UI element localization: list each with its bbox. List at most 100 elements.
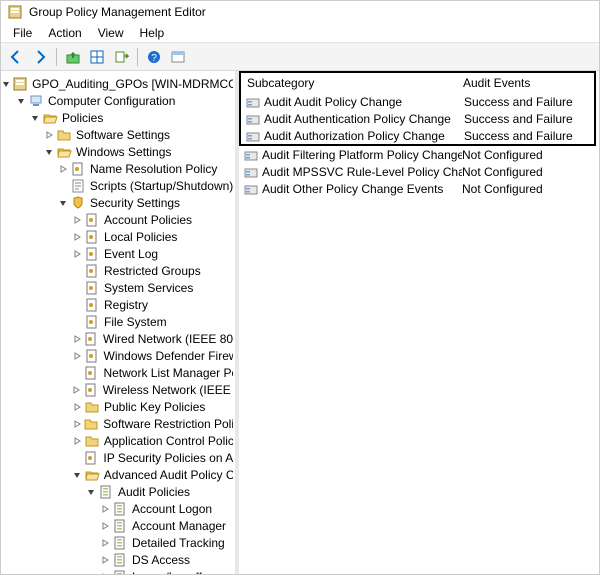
- tree-account-management[interactable]: Account Manager: [99, 517, 235, 534]
- cell-audit-events: Success and Failure: [464, 129, 594, 143]
- expand-icon[interactable]: [99, 571, 111, 575]
- expand-icon[interactable]: [71, 350, 83, 362]
- nav-pane: GPO_Auditing_GPOs [WIN-MDRMCGQ3KV Comput…: [1, 71, 235, 574]
- folder-icon: [84, 433, 100, 449]
- title-bar: Group Policy Management Editor: [1, 1, 599, 23]
- expand-icon[interactable]: [1, 78, 11, 90]
- tree-scripts[interactable]: Scripts (Startup/Shutdown): [57, 177, 235, 194]
- expand-icon[interactable]: [99, 554, 111, 566]
- expand-icon[interactable]: [71, 248, 83, 260]
- expand-icon[interactable]: [57, 163, 69, 175]
- expand-icon[interactable]: [71, 214, 83, 226]
- node-label: Security Settings: [89, 196, 181, 210]
- column-subcategory[interactable]: Subcategory: [245, 76, 463, 90]
- cell-audit-events: Not Configured: [462, 148, 599, 162]
- node-label: GPO_Auditing_GPOs [WIN-MDRMCGQ3KV: [31, 77, 233, 91]
- tree-detailed-tracking[interactable]: Detailed Tracking: [99, 534, 235, 551]
- list-item[interactable]: Audit Other Policy Change EventsNot Conf…: [239, 180, 599, 197]
- menu-view[interactable]: View: [90, 24, 132, 42]
- list-item[interactable]: Audit Authorization Policy ChangeSuccess…: [241, 127, 594, 144]
- tree-audit-policies[interactable]: Audit Policies: [85, 483, 235, 500]
- show-hide-tree-button[interactable]: [86, 46, 108, 68]
- tree-system-services[interactable]: System Services: [71, 279, 235, 296]
- policy-icon: [83, 365, 99, 381]
- expand-icon[interactable]: [71, 231, 83, 243]
- tree-wireless-network[interactable]: Wireless Network (IEEE 80: [71, 381, 235, 398]
- list-item[interactable]: Audit Audit Policy ChangeSuccess and Fai…: [241, 93, 594, 110]
- tree-registry[interactable]: Registry: [71, 296, 235, 313]
- expand-icon[interactable]: [15, 95, 27, 107]
- tree-network-list[interactable]: Network List Manager Po: [71, 364, 235, 381]
- tree-software-settings[interactable]: Software Settings: [43, 126, 235, 143]
- list-item[interactable]: Audit Filtering Platform Policy ChangeNo…: [239, 146, 599, 163]
- up-button[interactable]: [62, 46, 84, 68]
- folder-icon: [84, 399, 100, 415]
- expand-icon[interactable]: [99, 503, 111, 515]
- expand-icon[interactable]: [71, 435, 83, 447]
- tree-file-system[interactable]: File System: [71, 313, 235, 330]
- tree-root[interactable]: GPO_Auditing_GPOs [WIN-MDRMCGQ3KV: [1, 75, 235, 92]
- forward-button[interactable]: [29, 46, 51, 68]
- back-button[interactable]: [5, 46, 27, 68]
- tree-security-settings[interactable]: Security Settings: [57, 194, 235, 211]
- expand-icon[interactable]: [71, 384, 82, 396]
- node-label: DS Access: [131, 553, 191, 567]
- tree-event-log[interactable]: Event Log: [71, 245, 235, 262]
- export-list-button[interactable]: [110, 46, 132, 68]
- script-icon: [70, 178, 86, 194]
- menu-action[interactable]: Action: [40, 24, 89, 42]
- tree-account-policies[interactable]: Account Policies: [71, 211, 235, 228]
- node-label: Event Log: [103, 247, 159, 261]
- node-label: Local Policies: [103, 230, 178, 244]
- menu-file[interactable]: File: [5, 24, 40, 42]
- item-icon: [243, 148, 259, 162]
- tree-defender-firewall[interactable]: Windows Defender Firew: [71, 347, 235, 364]
- expand-icon[interactable]: [57, 197, 69, 209]
- expand-icon[interactable]: [29, 112, 41, 124]
- menu-help[interactable]: Help: [132, 24, 173, 42]
- folder-icon: [56, 127, 72, 143]
- cell-subcategory: Audit Authorization Policy Change: [264, 129, 464, 143]
- expand-icon[interactable]: [71, 418, 82, 430]
- tree-wired-network[interactable]: Wired Network (IEEE 802.: [71, 330, 235, 347]
- tree-ipsec[interactable]: IP Security Policies on Ac: [71, 449, 235, 466]
- properties-button[interactable]: [167, 46, 189, 68]
- tree-windows-settings[interactable]: Windows Settings: [43, 143, 235, 160]
- tree-software-restriction[interactable]: Software Restriction Polic: [71, 415, 235, 432]
- node-label: Logon/Logoff: [131, 570, 203, 575]
- expand-icon[interactable]: [43, 146, 55, 158]
- tree-logon-logoff[interactable]: Logon/Logoff: [99, 568, 235, 574]
- policy-icon: [84, 263, 100, 279]
- expand-icon[interactable]: [99, 537, 111, 549]
- expand-icon[interactable]: [43, 129, 55, 141]
- expand-icon[interactable]: [85, 486, 97, 498]
- expand-icon[interactable]: [71, 469, 83, 481]
- tree-local-policies[interactable]: Local Policies: [71, 228, 235, 245]
- tree-app-control[interactable]: Application Control Polic: [71, 432, 235, 449]
- spacer: [57, 180, 69, 192]
- tree-account-logon[interactable]: Account Logon: [99, 500, 235, 517]
- list-item[interactable]: Audit Authentication Policy ChangeSucces…: [241, 110, 594, 127]
- expand-icon[interactable]: [99, 520, 111, 532]
- expand-icon[interactable]: [71, 401, 83, 413]
- tree-restricted-groups[interactable]: Restricted Groups: [71, 262, 235, 279]
- help-button[interactable]: [143, 46, 165, 68]
- node-label: Scripts (Startup/Shutdown): [89, 179, 233, 193]
- node-label: Software Settings: [75, 128, 171, 142]
- tree-ds-access[interactable]: DS Access: [99, 551, 235, 568]
- spacer: [71, 265, 83, 277]
- tree-public-key[interactable]: Public Key Policies: [71, 398, 235, 415]
- tree-name-resolution[interactable]: Name Resolution Policy: [57, 160, 235, 177]
- tree-advanced-audit[interactable]: Advanced Audit Policy C: [71, 466, 235, 483]
- expand-icon[interactable]: [71, 333, 82, 345]
- tree-computer-configuration[interactable]: Computer Configuration: [15, 92, 235, 109]
- content-area: GPO_Auditing_GPOs [WIN-MDRMCGQ3KV Comput…: [1, 71, 599, 574]
- node-label: Registry: [103, 298, 149, 312]
- toolbar: [1, 43, 599, 71]
- computer-icon: [28, 93, 44, 109]
- list-item[interactable]: Audit MPSSVC Rule-Level Policy ChangeNot…: [239, 163, 599, 180]
- policy-icon: [84, 314, 100, 330]
- details-pane: Subcategory Audit Events Audit Audit Pol…: [239, 71, 599, 574]
- column-audit-events[interactable]: Audit Events: [463, 76, 594, 90]
- tree-policies[interactable]: Policies: [29, 109, 235, 126]
